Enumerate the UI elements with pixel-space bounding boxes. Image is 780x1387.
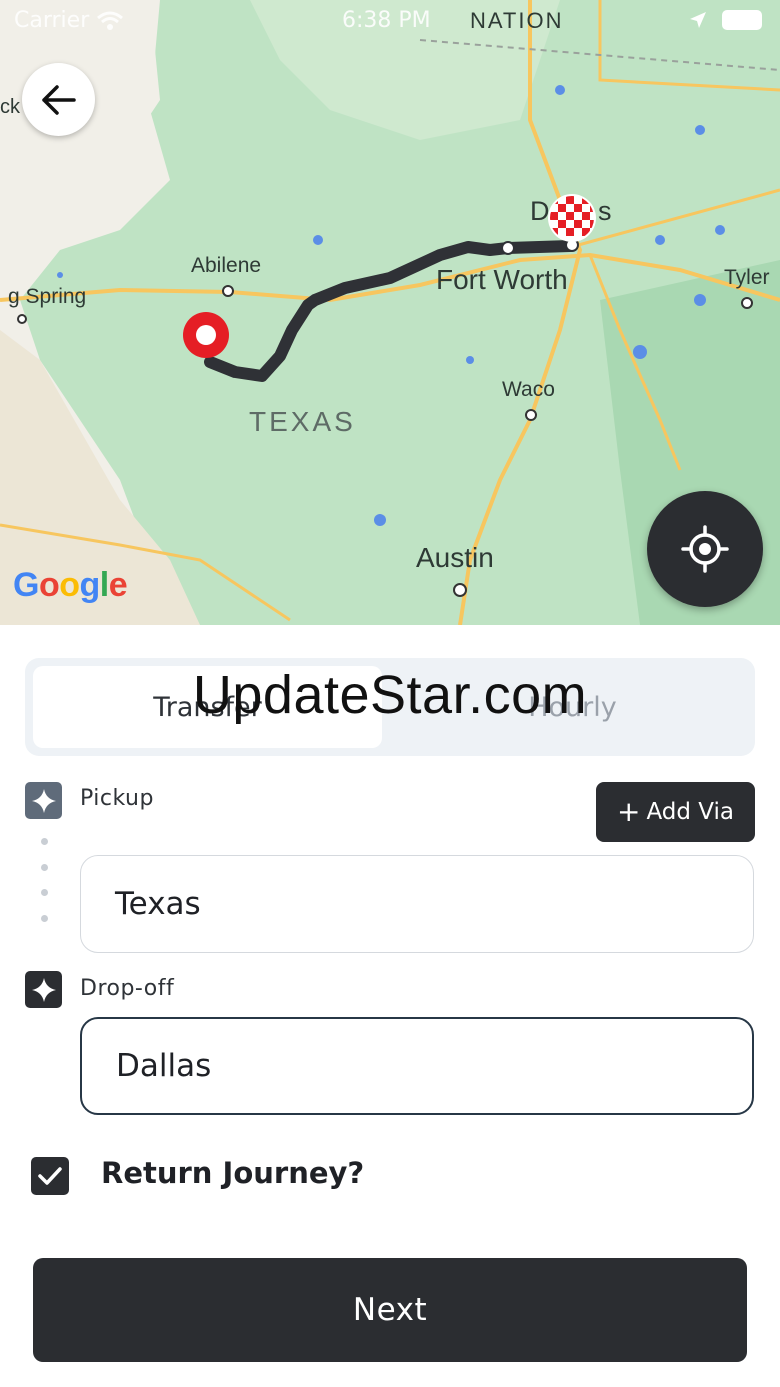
carrier-indicator: Carrier [14,8,124,33]
pickup-value: Texas [115,886,201,922]
my-location-button[interactable] [647,491,763,607]
return-journey-label: Return Journey? [101,1156,365,1190]
add-via-label: Add Via [646,799,735,825]
checkmark-icon [38,1167,62,1185]
map-label-texas: TEXAS [249,406,356,437]
trip-type-segmented-control: Transfer Hourly [25,658,755,756]
back-button[interactable] [22,63,95,136]
tab-transfer-label: Transfer [153,691,262,723]
map-label-waco: Waco [502,378,555,401]
pickup-sparkle-icon [25,782,62,819]
dropoff-label: Drop-off [80,976,175,1001]
arrow-left-icon [41,84,76,115]
map-label-dallas-right: s [598,196,612,226]
next-label: Next [352,1292,428,1328]
next-button[interactable]: Next [33,1258,747,1362]
carrier-label: Carrier [14,8,90,33]
map-label-fort-worth: Fort Worth [436,264,568,295]
map-label-austin: Austin [416,542,494,573]
location-arrow-icon [690,12,706,28]
dropoff-input[interactable]: Dallas [80,1017,754,1115]
connector-dot [41,915,48,922]
battery-icon [722,10,762,30]
pickup-label: Pickup [80,786,154,811]
map-label-lubbock: ck [0,96,20,118]
connector-dot [41,864,48,871]
connector-dot [41,889,48,896]
map-label-big-spring: g Spring [8,285,87,308]
add-via-button[interactable]: + Add Via [596,782,755,842]
map-label-dallas-left: D [530,196,550,226]
status-time: 6:38 PM [342,8,431,33]
map-view[interactable]: NATION ck Abilene g Spring TEXAS D s For… [0,0,780,625]
map-label-abilene: Abilene [191,254,262,277]
tab-hourly-label: Hourly [528,691,617,723]
tab-transfer[interactable]: Transfer [33,666,382,748]
status-bar: Carrier 6:38 PM [0,0,780,42]
return-journey-checkbox[interactable] [31,1157,69,1195]
map-label-tyler: Tyler [724,266,770,289]
tab-hourly[interactable]: Hourly [398,666,747,748]
dropoff-value: Dallas [116,1048,212,1084]
wifi-icon [97,11,124,30]
crosshair-icon [681,525,729,573]
status-right [688,10,762,30]
connector-dot [41,838,48,845]
pickup-input[interactable]: Texas [80,855,754,953]
plus-icon: + [616,795,641,828]
google-attribution-logo: Google [13,566,128,604]
dropoff-sparkle-icon [25,971,62,1008]
